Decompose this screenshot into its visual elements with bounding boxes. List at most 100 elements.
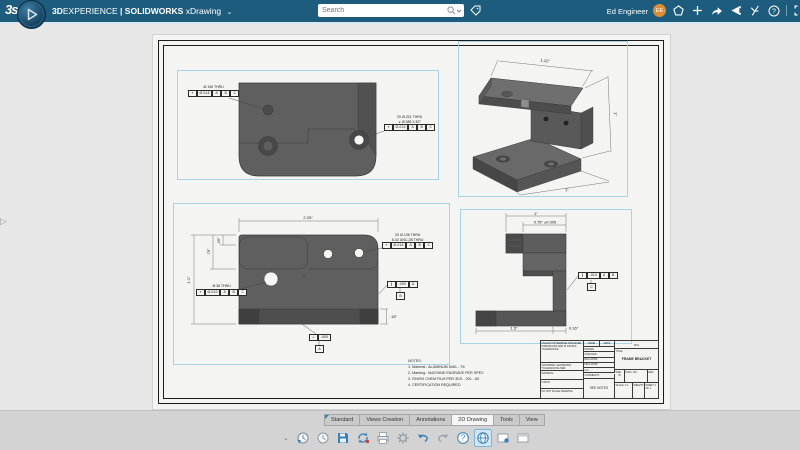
notifications-icon[interactable]: [672, 4, 685, 17]
top-bar: 3DEXPERIENCE | SOLIDWORKS xDrawing ⌄ Ed …: [0, 0, 800, 22]
feature-control-frame: ⌖ Ø.010 A B C: [196, 288, 248, 296]
versions-button[interactable]: [294, 429, 312, 447]
sheet-setup-button[interactable]: [514, 429, 532, 447]
tb-dwg-label: DWG. NO.: [625, 370, 648, 383]
search-input-wrap[interactable]: [318, 4, 464, 17]
3d-mode-button[interactable]: [473, 429, 492, 447]
help-button[interactable]: ?: [454, 429, 472, 447]
view-side[interactable]: 1" 0.75" ±0.005 1.5" 0.16" ∥ .010 A B C: [460, 209, 632, 344]
tb-size: B: [618, 372, 621, 377]
view-isometric-geometry: 1.12" 1" 1": [472, 58, 618, 196]
apps-icon[interactable]: [748, 4, 761, 17]
pin-corner: [325, 415, 329, 419]
title-block: UNLESS OTHERWISE SPECIFIED: DIMENSIONS A…: [540, 340, 659, 399]
hole-callout[interactable]: 2X Ø.136 THRU 6-32 UNC-2B THRU ⌖ Ø.014 A B C: [382, 233, 434, 250]
share-community-icon[interactable]: [729, 4, 742, 17]
dim-width: 2.25": [303, 215, 313, 220]
app-name: xDrawing: [185, 6, 222, 16]
ribbon-tabs: Standard Views Creation Annotations 2D D…: [324, 414, 545, 426]
dim-flange: 0.75" ±0.005: [534, 220, 557, 225]
tag-icon[interactable]: [470, 5, 481, 16]
add-icon[interactable]: [691, 4, 704, 17]
feature-control-frame: ∥ .010 A B: [578, 272, 618, 279]
dim-height: 1": [613, 112, 618, 116]
hole-callout[interactable]: Ø.196 THRU ⌖ Ø.014 A B C: [188, 85, 240, 97]
perpendicularity-callout[interactable]: ⊥ .005: [309, 334, 331, 341]
hole-callout[interactable]: 2X Ø.201 THRU ∨ Ø.385 X 82° ⌖ Ø.014 A B C: [384, 115, 436, 132]
tb-material-value: SEE NOTES: [584, 379, 615, 398]
hole-callout[interactable]: Ø.38 THRU ⌖ Ø.010 A B C: [196, 284, 248, 296]
brand-3d: 3D: [52, 6, 63, 16]
topbar-divider: [786, 5, 787, 16]
tab-annotations[interactable]: Annotations: [410, 414, 453, 426]
tab-views-creation[interactable]: Views Creation: [360, 414, 411, 426]
tb-title: FRAME BRACKET: [621, 356, 652, 361]
share-arrow-icon[interactable]: [710, 4, 723, 17]
tb-rev-label: REV: [648, 370, 658, 383]
parallelism-callout[interactable]: ∥ .010 A B: [578, 272, 618, 279]
tb-scale: SCALE: 1:1: [615, 383, 633, 398]
view-top[interactable]: Ø.196 THRU ⌖ Ø.014 A B C 2X Ø.201 THRU ∨ Ø.3…: [177, 70, 439, 180]
search-icon[interactable]: [447, 6, 456, 15]
app-window: 3DEXPERIENCE | SOLIDWORKS xDrawing ⌄ Ed …: [0, 0, 800, 450]
dim-top: 1": [534, 211, 538, 216]
feature-control-frame: ∥ .005 A: [387, 281, 418, 288]
tab-standard[interactable]: Standard: [324, 414, 361, 426]
user-name[interactable]: Ed Engineer: [600, 7, 648, 16]
tb-na: N/A: [615, 341, 658, 349]
toolbar-chevron-icon[interactable]: ⌄: [283, 434, 289, 442]
tb-sheet: SHEET 1 OF 1: [645, 383, 656, 390]
new-sheet-button[interactable]: [494, 429, 512, 447]
topbar-icon-group: ?: [672, 4, 800, 17]
bottom-bar: Standard Views Creation Annotations 2D D…: [0, 410, 800, 450]
tb-do-not-scale: DO NOT SCALE DRAWING: [541, 389, 584, 398]
settings-gear-button[interactable]: [394, 429, 412, 447]
view-front[interactable]: 2.25" 1.1" .75" .25" .15" 2X Ø.136 THRU …: [173, 203, 450, 365]
dim-step: .25": [216, 237, 221, 245]
datum-flag[interactable]: B: [396, 292, 405, 300]
feature-control-frame: ⌖ Ø.014 A B C: [382, 242, 434, 250]
feature-control-frame: ⌖ Ø.014 A B C: [384, 124, 436, 132]
search-options-chevron-icon[interactable]: [456, 8, 464, 14]
undo-button[interactable]: [414, 429, 432, 447]
update-button[interactable]: [354, 429, 372, 447]
tb-weight: WEIGHT:: [633, 383, 645, 398]
app-switch-chevron-icon[interactable]: ⌄: [227, 9, 233, 16]
3ds-logo: 3s: [5, 2, 19, 17]
compass-play-button[interactable]: [17, 0, 46, 29]
svg-text:?: ?: [461, 434, 466, 443]
tab-view[interactable]: View: [519, 414, 545, 426]
history-button[interactable]: [314, 429, 332, 447]
redo-button[interactable]: [434, 429, 452, 447]
datum-flag[interactable]: C: [587, 283, 596, 291]
app-title: 3DEXPERIENCE | SOLIDWORKS xDrawing ⌄: [52, 6, 232, 16]
tb-spec-line: TOLERANCES:: [541, 347, 560, 351]
dim-width: 1.12": [540, 58, 550, 64]
view-isometric[interactable]: 1.12" 1" 1": [458, 41, 628, 197]
dim-upper: .75": [206, 248, 211, 256]
tb-material-label: MATERIAL: [541, 371, 584, 380]
parallelism-callout[interactable]: ∥ .005 A: [387, 281, 418, 288]
print-sheet-button[interactable]: [374, 429, 392, 447]
search-input[interactable]: [318, 7, 447, 14]
drawing-notes: NOTES: 1. Material : ALUMINUM 6061 - T6 …: [408, 358, 484, 388]
brand-solidworks: | SOLIDWORKS: [120, 6, 184, 16]
dim-thickness: 0.16": [569, 326, 579, 331]
avatar[interactable]: EE: [653, 4, 666, 17]
help-icon[interactable]: ?: [767, 4, 780, 17]
dim-height: 1.1": [186, 276, 191, 284]
topbar-separator: [0, 22, 800, 24]
brand-experience: EXPERIENCE: [62, 6, 118, 16]
feature-control-frame: ⊥ .005: [309, 334, 331, 341]
fullscreen-icon[interactable]: [793, 4, 800, 17]
tb-finish-label: FINISH: [541, 380, 584, 389]
note-line: 4. CERTIFICATION REQUIRED: [408, 383, 461, 387]
panel-expand-button[interactable]: ▷: [0, 216, 7, 227]
action-toolbar: ⌄ ?: [283, 429, 532, 447]
dim-bottom: 1.5": [511, 326, 519, 331]
tab-tools[interactable]: Tools: [494, 414, 520, 426]
datum-flag[interactable]: A: [315, 345, 324, 353]
tab-2d-drawing[interactable]: 2D Drawing: [452, 414, 495, 426]
save-button[interactable]: [334, 429, 352, 447]
dim-base: .15": [390, 314, 398, 319]
